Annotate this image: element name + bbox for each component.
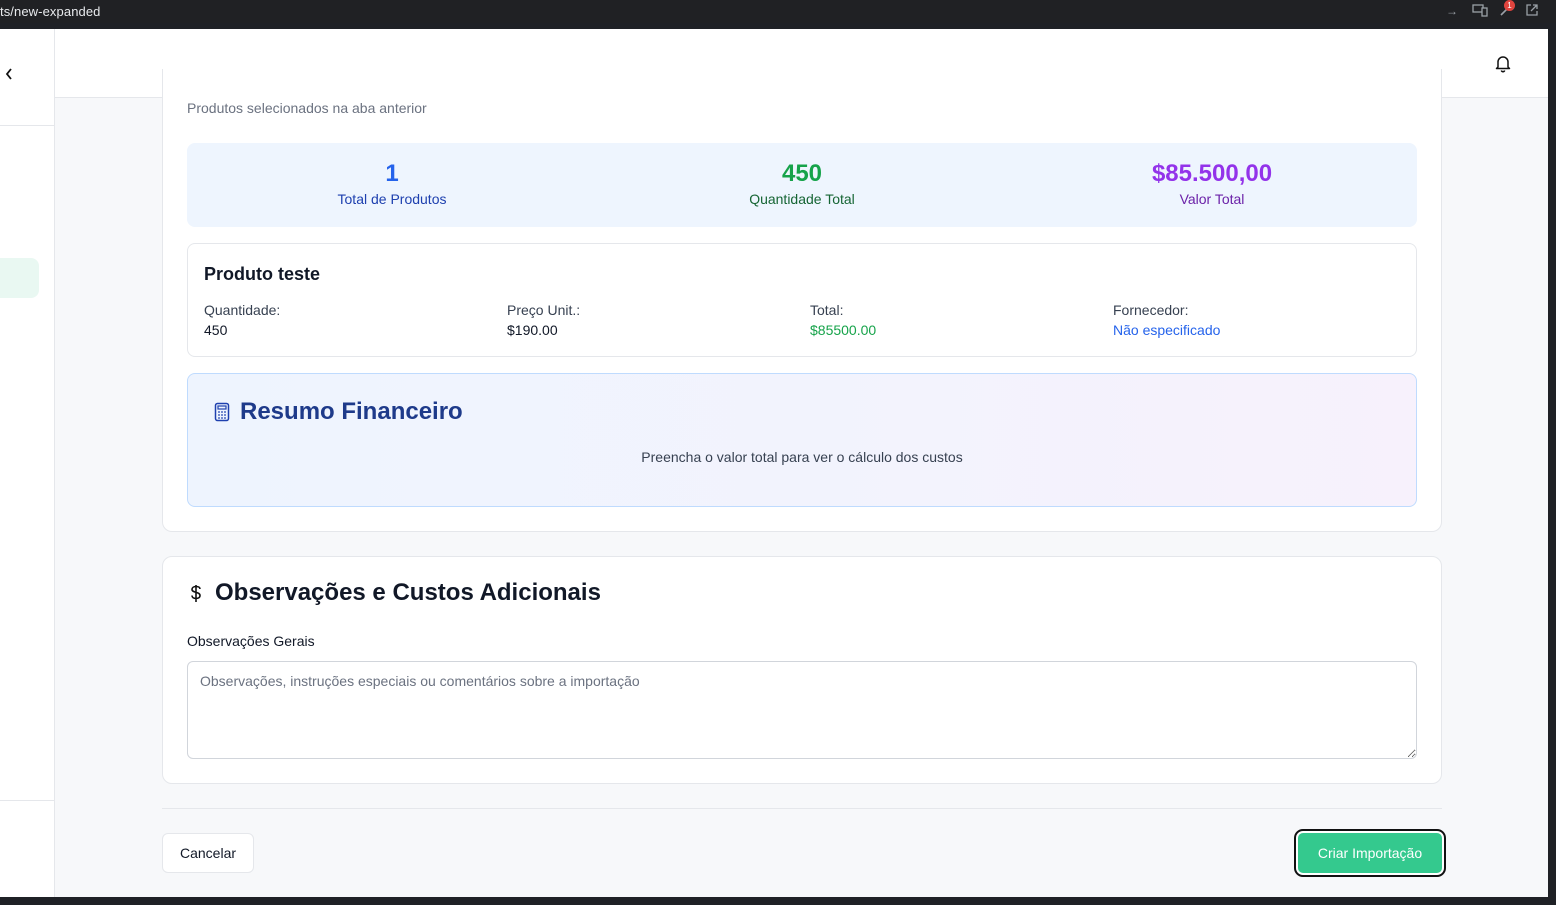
field-label: Preço Unit.: <box>507 302 581 318</box>
product-unit-price: Preço Unit.: $190.00 <box>507 302 580 338</box>
field-label: Fornecedor: <box>1113 302 1189 318</box>
devices-icon[interactable] <box>1472 3 1488 19</box>
field-value: $190.00 <box>507 322 558 338</box>
stat-total-products: 1 Total de Produtos <box>187 159 597 207</box>
stat-label: Total de Produtos <box>337 191 447 207</box>
products-subtitle: Produtos selecionados na aba anterior <box>187 100 427 116</box>
product-quantity: Quantidade: 450 <box>204 302 280 338</box>
product-name: Produto teste <box>204 264 321 284</box>
field-value: 450 <box>204 322 228 338</box>
arrow-right-icon[interactable]: → <box>1444 3 1460 19</box>
field-value: $85500.00 <box>810 322 877 338</box>
extensions-icon[interactable]: 1 <box>1498 0 1515 19</box>
product-total: Total: $85500.00 <box>810 302 876 338</box>
notification-badge: 1 <box>1504 0 1515 11</box>
stat-label: Quantidade Total <box>749 191 855 207</box>
chevron-left-icon[interactable] <box>4 67 18 85</box>
app-window: Produtos selecionados na aba anterior 1 … <box>0 29 1548 897</box>
bell-icon[interactable] <box>1494 53 1512 73</box>
field-value: Não especificado <box>1113 322 1221 338</box>
stat-total-value: $85.500,00 Valor Total <box>1007 159 1417 207</box>
product-supplier: Fornecedor: Não especificado <box>1113 302 1220 338</box>
external-link-icon[interactable] <box>1524 3 1540 19</box>
sidebar-item-active[interactable] <box>0 258 39 298</box>
stat-value: 450 <box>781 160 823 187</box>
calculator-icon <box>214 402 230 422</box>
observations-textarea[interactable] <box>187 661 1417 759</box>
browser-bar: ts/new-expanded → 1 <box>0 0 1556 23</box>
stats-summary: 1 Total de Produtos 450 Quantidade Total… <box>187 143 1417 227</box>
sidebar-divider <box>0 800 55 801</box>
stat-value: 1 <box>385 160 399 187</box>
products-card: Produtos selecionados na aba anterior 1 … <box>162 69 1442 532</box>
field-label: Quantidade: <box>204 302 281 318</box>
observations-label: Observações Gerais <box>187 633 315 649</box>
create-import-button[interactable]: Criar Importação <box>1294 829 1446 877</box>
stat-value: $85.500,00 <box>1151 160 1273 187</box>
stat-total-quantity: 450 Quantidade Total <box>597 159 1007 207</box>
product-item: Produto teste Quantidade: 450 Preço Unit… <box>187 243 1417 357</box>
stat-label: Valor Total <box>1179 191 1245 207</box>
financial-summary-message: Preencha o valor total para ver o cálcul… <box>641 449 963 465</box>
cancel-button[interactable]: Cancelar <box>162 833 254 873</box>
financial-summary: Resumo Financeiro Preencha o valor total… <box>187 373 1417 507</box>
window-edge <box>0 897 1556 905</box>
observations-title: Observações e Custos Adicionais <box>215 579 601 606</box>
address-bar-url[interactable]: ts/new-expanded <box>0 4 101 19</box>
sidebar <box>0 29 55 897</box>
window-edge <box>1548 23 1556 905</box>
observations-card: Observações e Custos Adicionais Observaç… <box>162 556 1442 784</box>
financial-summary-title: Resumo Financeiro <box>240 398 463 425</box>
dollar-icon <box>189 582 203 608</box>
footer-divider <box>162 808 1442 809</box>
sidebar-divider <box>0 125 55 126</box>
field-label: Total: <box>810 302 844 318</box>
